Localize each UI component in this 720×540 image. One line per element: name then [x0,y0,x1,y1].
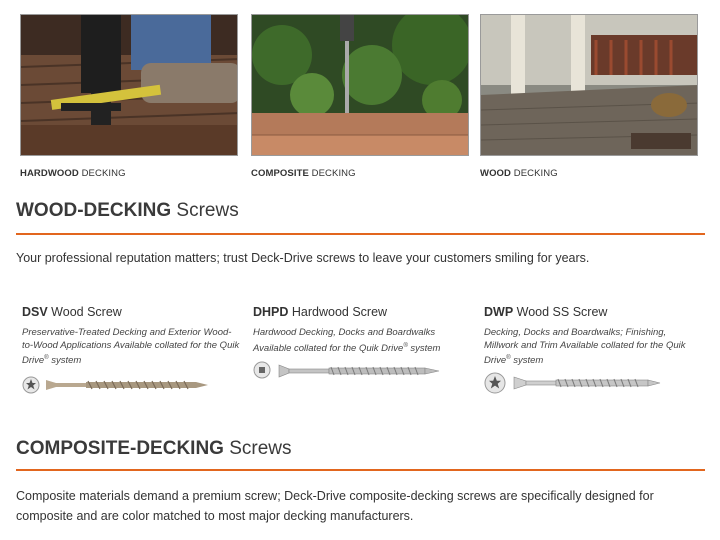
wood-decking-caption: WOOD DECKING [480,168,558,179]
wood-decking-photo[interactable] [480,14,698,156]
dhpd-screw-description: Hardwood Decking, Docks and Boardwalks A… [253,327,441,354]
hardwood-decking-photo[interactable] [20,14,238,156]
hardwood-decking-card[interactable]: HARDWOOD DECKING [20,14,238,179]
dhpd-screw-product[interactable]: DHPD Hardwood Screw Hardwood Decking, Do… [253,305,471,385]
composite-decking-caption: COMPOSITE DECKING [251,168,356,179]
dhpd-screw-image [253,359,471,385]
wood-decking-intro: Your professional reputation matters; tr… [16,251,590,265]
dwp-screw-product[interactable]: DWP Wood SS Screw Decking, Docks and Boa… [484,305,702,396]
dwp-screw-name[interactable]: DWP Wood SS Screw [484,305,702,319]
composite-decking-rule [16,469,705,471]
dwp-screw-description: Decking, Docks and Boardwalks; Finishing… [484,327,686,367]
wood-decking-heading: WOOD-DECKING Screws [16,200,239,221]
composite-decking-photo[interactable] [251,14,469,156]
dwp-screw-image [484,370,702,396]
dsv-screw-image [22,372,240,398]
star-drive-icon [484,372,506,394]
wood-decking-card[interactable]: WOOD DECKING [480,14,698,179]
dsv-screw-name[interactable]: DSV Wood Screw [22,305,240,319]
hardwood-decking-caption: HARDWOOD DECKING [20,168,126,179]
decking-photo-row: HARDWOOD DECKING COMPOSITE DECKING WOOD … [20,14,700,184]
dsv-screw-product[interactable]: DSV Wood Screw Preservative-Treated Deck… [22,305,240,398]
square-drive-icon [253,361,271,379]
composite-decking-card[interactable]: COMPOSITE DECKING [251,14,469,179]
star-drive-icon [22,376,40,394]
wood-decking-rule [16,233,705,235]
dsv-screw-description: Preservative-Treated Decking and Exterio… [22,327,240,367]
dhpd-screw-name[interactable]: DHPD Hardwood Screw [253,305,471,319]
composite-decking-intro: Composite materials demand a premium scr… [16,489,654,523]
composite-decking-heading: COMPOSITE-DECKING Screws [16,438,292,459]
